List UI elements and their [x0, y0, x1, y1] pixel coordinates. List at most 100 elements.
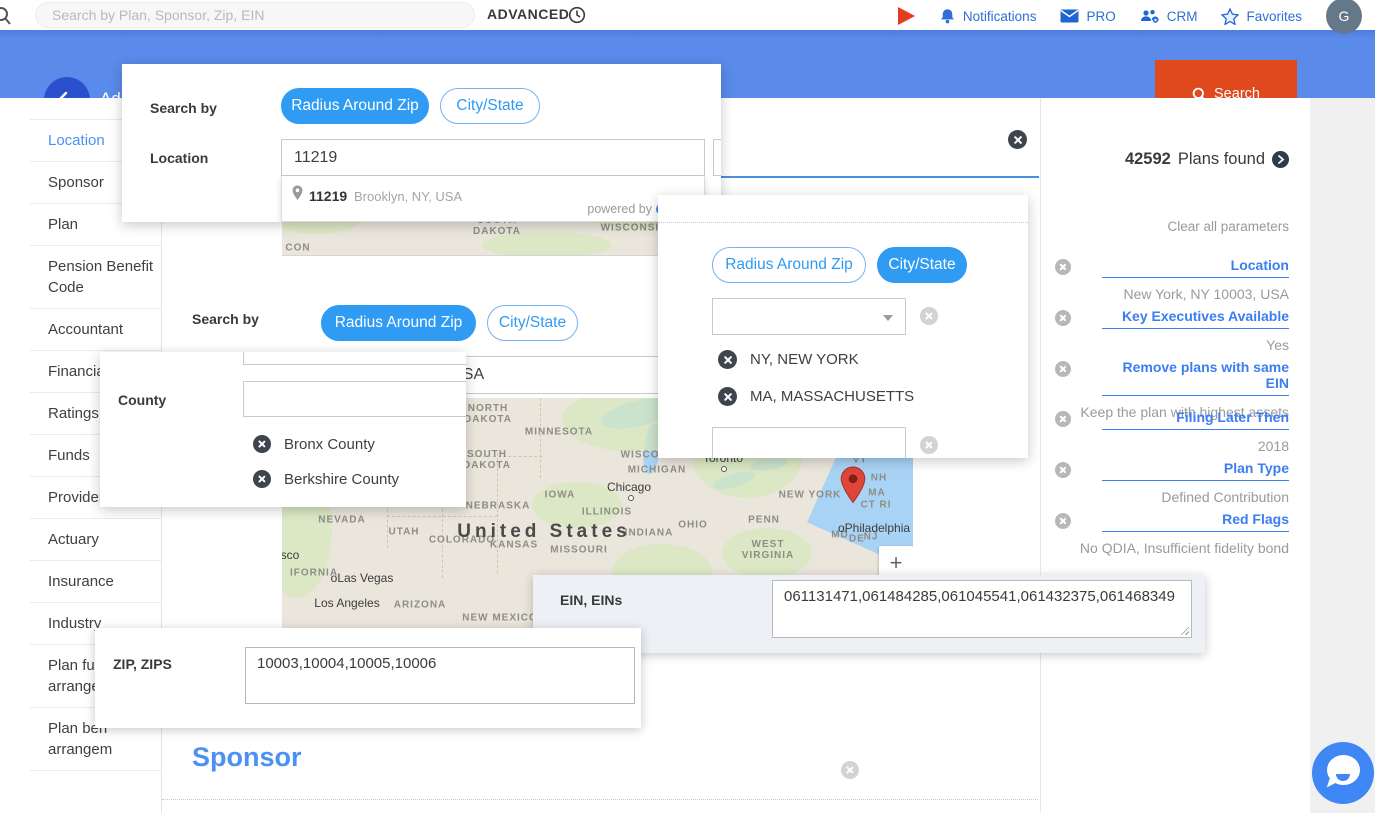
remove-filter-icon[interactable]	[1055, 411, 1071, 427]
sidebar-item-insurance[interactable]: Insurance	[30, 560, 161, 602]
radius-input-partial[interactable]	[713, 139, 721, 176]
plans-found[interactable]: 42592 Plans found	[1125, 150, 1289, 169]
remove-filter-icon[interactable]	[1055, 462, 1071, 478]
zips-panel: ZIP, ZIPS 10003,10004,10005,10006	[95, 628, 641, 728]
county-extra-input[interactable]	[243, 352, 466, 365]
close-sponsor-section-icon[interactable]	[841, 761, 859, 779]
map-label: NEW MEXICO	[462, 613, 538, 624]
map-label: MICHIGAN	[628, 465, 687, 476]
map-label: INDIANA	[625, 528, 674, 539]
filter-name-link[interactable]: Plan Type	[1102, 460, 1289, 481]
map-label: NEVADA	[318, 515, 365, 526]
go-to-results-icon[interactable]	[1272, 151, 1289, 168]
plans-found-count: 42592	[1125, 150, 1171, 169]
suggestion-zip: 11219	[309, 188, 347, 204]
sidebar-item-actuary[interactable]: Actuary	[30, 518, 161, 560]
zips-input[interactable]: 10003,10004,10005,10006	[245, 647, 635, 704]
applied-filter-row: Location New York, NY 10003, USA	[1055, 257, 1289, 302]
play-icon[interactable]	[898, 7, 915, 25]
clear-state-select-icon[interactable]	[920, 307, 938, 325]
results-sidebar: 42592 Plans found Clear all parameters L…	[1040, 98, 1310, 813]
powered-by-label: powered by	[587, 202, 652, 216]
filter-name-link[interactable]: Remove plans with same EIN	[1102, 359, 1289, 396]
map-label: WEST VIRGINIA	[742, 539, 794, 561]
history-clock-icon[interactable]	[568, 6, 586, 24]
map-city-dot	[628, 495, 634, 501]
advanced-toggle[interactable]: ADVANCED	[487, 6, 569, 22]
remove-filter-icon[interactable]	[1055, 513, 1071, 529]
map-label: DE	[849, 534, 865, 545]
clear-city-input-icon[interactable]	[920, 436, 938, 454]
advanced-search-page: ADVANCED Notifications PRO CRM Favorites…	[0, 0, 1375, 813]
selected-state: MA, MASSACHUSETTS	[750, 388, 914, 405]
avatar[interactable]: G	[1326, 0, 1362, 34]
filter-name-link[interactable]: Location	[1102, 257, 1289, 278]
radius-around-zip-button[interactable]: Radius Around Zip	[281, 88, 429, 124]
search-by-label: Search by	[192, 311, 259, 327]
map-label: MA	[868, 488, 886, 499]
remove-county-icon[interactable]	[253, 470, 271, 488]
city-state-button[interactable]: City/State	[877, 247, 967, 283]
map-label: CON	[285, 243, 310, 254]
applied-filter-row: Filing Later Then 2018	[1055, 409, 1289, 454]
map-label: Los Angeles	[314, 596, 379, 610]
filter-name-link[interactable]: Filing Later Then	[1102, 409, 1289, 430]
zips-value: 10003,10004,10005,10006	[257, 655, 436, 672]
applied-filter-row: Plan TypeDefined Contribution	[1055, 460, 1289, 505]
location-suggestion[interactable]: 11219 Brooklyn, NY, USA powered by G	[281, 176, 705, 222]
close-location-section-icon[interactable]	[1008, 130, 1027, 149]
map-label: OHIO	[678, 520, 708, 531]
county-input[interactable]	[243, 381, 466, 417]
city-input-partial[interactable]	[712, 427, 906, 458]
section-divider	[162, 799, 1038, 801]
ein-textarea[interactable]: 061131471,061484285,061045541,061432375,…	[772, 580, 1192, 638]
global-search-input[interactable]	[35, 2, 475, 28]
zip-location-input[interactable]: 11219	[281, 139, 705, 176]
remove-filter-icon[interactable]	[1055, 361, 1071, 377]
county-label: County	[118, 392, 166, 408]
filter-name-link[interactable]: Key Executives Available	[1102, 308, 1289, 329]
plans-found-suffix: Plans found	[1178, 150, 1265, 169]
map-label: ARIZONA	[394, 600, 447, 611]
remove-filter-icon[interactable]	[1055, 259, 1071, 275]
nav-pro[interactable]: PRO	[1060, 9, 1115, 24]
page-background	[1310, 98, 1375, 813]
city-state-button[interactable]: City/State	[487, 305, 578, 341]
city-state-button[interactable]: City/State	[440, 88, 540, 124]
chat-launcher[interactable]	[1312, 742, 1374, 804]
clear-all-parameters-link[interactable]: Clear all parameters	[1167, 219, 1289, 234]
envelope-icon	[1060, 9, 1079, 23]
city-state-popup: Radius Around Zip City/State NY, NEW YOR…	[658, 195, 1028, 458]
zips-label: ZIP, ZIPS	[113, 656, 172, 672]
resize-grip[interactable]	[1179, 625, 1189, 635]
sidebar-item-pension-benefit-code[interactable]: Pension Benefit Code	[30, 245, 161, 308]
map-label: Chicago	[607, 480, 651, 494]
map-label: NEBRASKA	[466, 501, 531, 512]
radius-around-zip-button[interactable]: Radius Around Zip	[712, 247, 866, 283]
radius-around-zip-button[interactable]: Radius Around Zip	[321, 305, 476, 341]
map-label: oPhiladelphia	[838, 521, 910, 535]
chevron-down-icon	[883, 315, 893, 321]
sidebar-item-accountant[interactable]: Accountant	[30, 308, 161, 350]
filter-value: New York, NY 10003, USA	[1055, 286, 1289, 302]
nav-favorites[interactable]: Favorites	[1221, 8, 1302, 25]
remove-county-icon[interactable]	[253, 435, 271, 453]
ein-value: 061131471,061484285,061045541,061432375,…	[784, 588, 1175, 605]
state-select[interactable]	[712, 298, 906, 335]
map-pin-icon[interactable]	[840, 466, 866, 504]
map-city-dot	[721, 466, 727, 472]
county-popup: County Bronx County Berkshire County	[100, 352, 466, 507]
filter-value: 2018	[1055, 438, 1289, 454]
ein-label: EIN, EINs	[560, 592, 622, 608]
filter-name-link[interactable]: Red Flags	[1102, 511, 1289, 532]
remove-state-icon[interactable]	[718, 387, 737, 406]
nav-crm[interactable]: CRM	[1140, 9, 1198, 24]
location-label: Location	[150, 150, 208, 166]
crm-people-icon	[1140, 9, 1160, 24]
map-label: NEW YORK	[779, 490, 842, 501]
remove-state-icon[interactable]	[718, 350, 737, 369]
nav-notifications[interactable]: Notifications	[939, 8, 1037, 25]
applied-filter-row: Red FlagsNo QDIA, Insufficient fidelity …	[1055, 511, 1289, 556]
selected-county: Bronx County	[284, 436, 375, 453]
remove-filter-icon[interactable]	[1055, 310, 1071, 326]
